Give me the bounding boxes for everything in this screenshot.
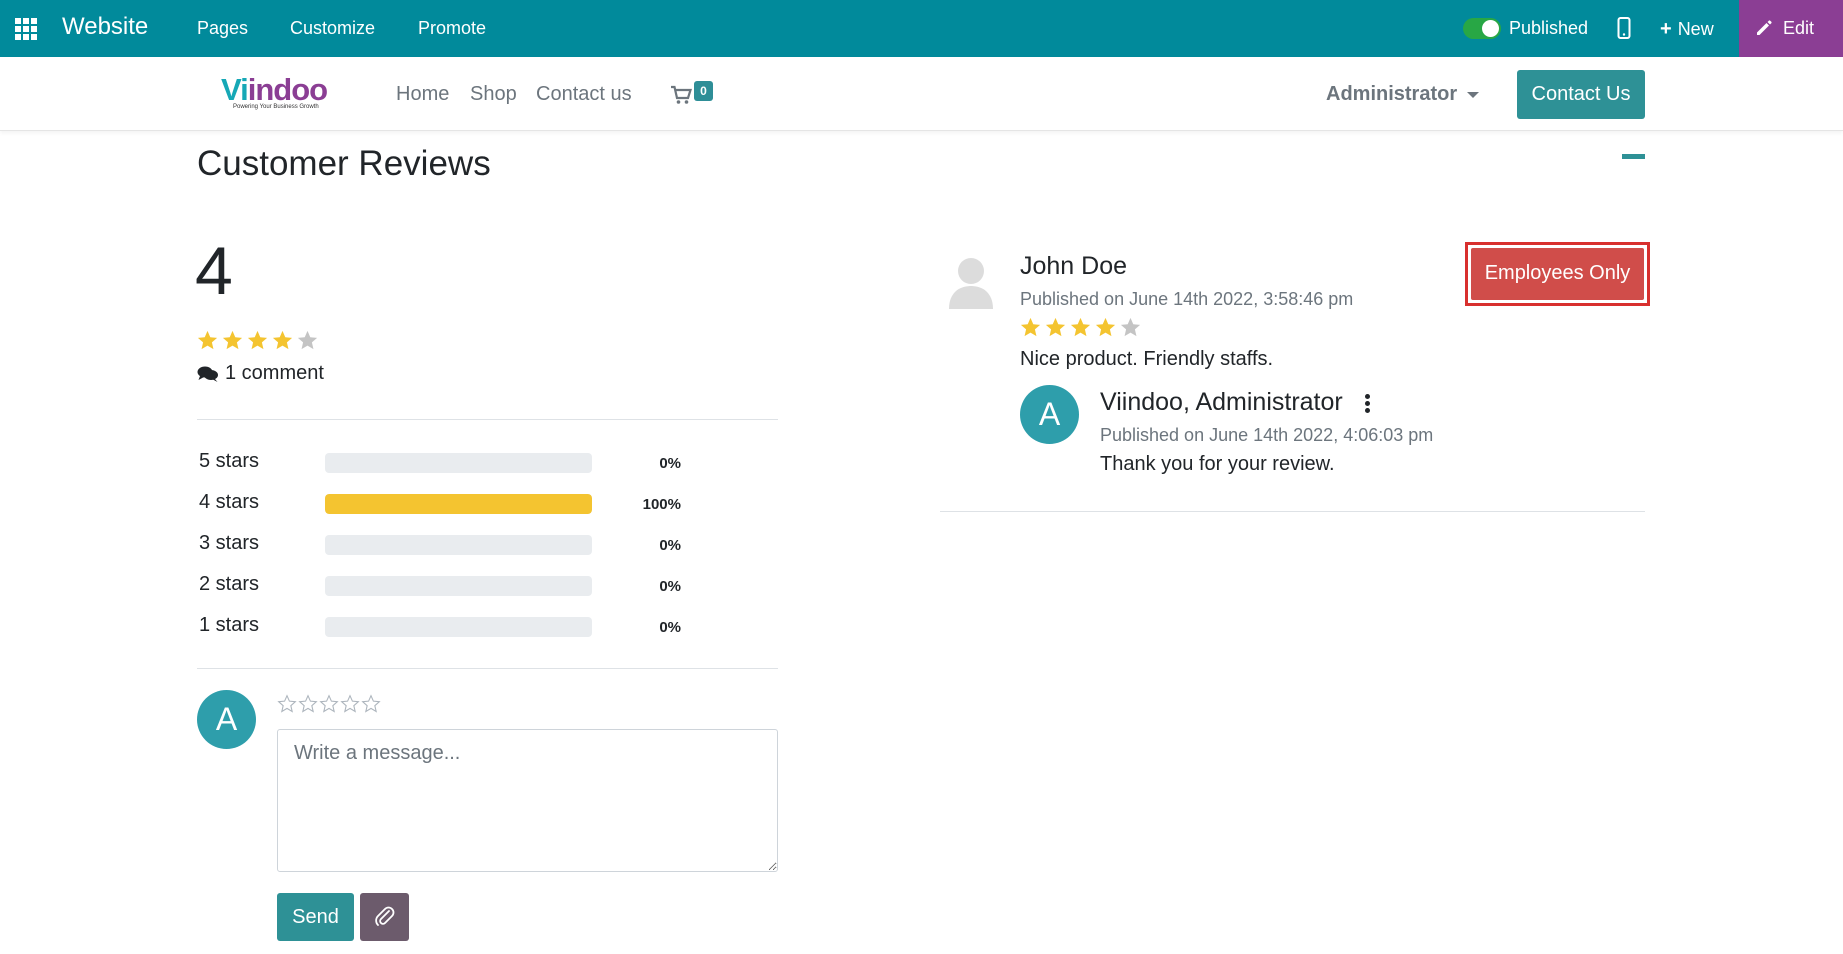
star-filled-icon: [247, 330, 268, 350]
page-title: Customer Reviews: [197, 144, 491, 183]
review-text: Nice product. Friendly staffs.: [1020, 348, 1274, 370]
star-empty-icon: [1120, 317, 1141, 337]
review-stars: [1019, 316, 1142, 339]
new-button[interactable]: + New: [1660, 18, 1714, 41]
employees-only-label: Employees Only: [1471, 248, 1644, 300]
rating-stat-label: 5 stars: [199, 450, 260, 472]
rating-stat-bar: [325, 453, 592, 473]
pencil-icon: [1757, 20, 1772, 35]
rating-stat-bar: [325, 535, 592, 555]
nav-shop[interactable]: Shop: [470, 83, 517, 106]
edit-button[interactable]: Edit: [1739, 0, 1843, 57]
rating-stat-fill: [325, 494, 592, 514]
star-filled-icon: [1070, 317, 1091, 337]
cart-link[interactable]: 0: [670, 81, 720, 111]
more-options-icon[interactable]: [1362, 393, 1372, 415]
contact-us-button[interactable]: Contact Us: [1517, 70, 1645, 119]
star-filled-icon: [1045, 317, 1066, 337]
divider: [197, 668, 778, 669]
menu-customize[interactable]: Customize: [290, 18, 375, 39]
reply-author: Viindoo, Administrator: [1100, 388, 1343, 416]
rating-stat-row: 1 stars 0%: [199, 614, 719, 638]
divider: [940, 511, 1645, 512]
divider: [197, 419, 778, 420]
logo-tagline: Powering Your Business Growth: [233, 104, 319, 110]
app-title[interactable]: Website: [62, 13, 148, 41]
reviewer-avatar-icon: [946, 253, 996, 311]
attach-button[interactable]: [360, 893, 409, 941]
user-menu-label: Administrator: [1326, 83, 1458, 105]
star-outline-icon[interactable]: [277, 694, 297, 714]
published-label: Published: [1509, 18, 1589, 38]
star-outline-icon[interactable]: [361, 694, 381, 714]
mobile-preview-icon[interactable]: [1617, 16, 1631, 40]
toggle-knob: [1482, 20, 1499, 37]
site-header: Viindoo Powering Your Business Growth Ho…: [0, 57, 1843, 131]
rating-stat-percent: 0%: [659, 578, 681, 595]
apps-grid-icon[interactable]: [14, 17, 38, 41]
star-filled-icon: [197, 330, 218, 350]
star-empty-icon: [297, 330, 318, 350]
edit-label: Edit: [1783, 18, 1815, 38]
user-menu[interactable]: Administrator: [1326, 83, 1480, 106]
comment-count: 1 comment: [197, 362, 324, 385]
reviewer-name: John Doe: [1020, 252, 1128, 280]
reply-avatar: A: [1020, 385, 1079, 444]
collapse-toggle-icon[interactable]: [1622, 154, 1645, 159]
comment-count-label: 1 comment: [225, 362, 324, 384]
comments-icon: [197, 366, 218, 382]
star-filled-icon: [272, 330, 293, 350]
reply-date: Published on June 14th 2022, 4:06:03 pm: [1100, 425, 1434, 445]
plus-icon: +: [1660, 18, 1672, 40]
composer-avatar: A: [197, 690, 256, 749]
rating-stat-percent: 0%: [659, 619, 681, 636]
average-rating: 4: [195, 233, 233, 309]
review-date: Published on June 14th 2022, 3:58:46 pm: [1020, 289, 1354, 309]
star-filled-icon: [1095, 317, 1116, 337]
star-filled-icon: [222, 330, 243, 350]
message-input[interactable]: [277, 729, 778, 872]
rating-stat-percent: 0%: [659, 455, 681, 472]
average-stars: [196, 329, 319, 352]
cart-icon: [671, 85, 692, 104]
admin-topbar: Website Pages Customize Promote Publishe…: [0, 0, 1843, 57]
rating-stat-row: 5 stars 0%: [199, 450, 719, 474]
employees-only-button[interactable]: Employees Only: [1465, 242, 1650, 306]
rating-stat-row: 2 stars 0%: [199, 573, 719, 597]
rating-stat-label: 1 stars: [199, 614, 260, 636]
rating-stat-label: 4 stars: [199, 491, 260, 513]
rating-input-stars[interactable]: [277, 694, 381, 714]
menu-pages[interactable]: Pages: [197, 18, 248, 39]
nav-contact-us[interactable]: Contact us: [536, 83, 632, 106]
rating-stat-bar: [325, 617, 592, 637]
reply-text: Thank you for your review.: [1100, 453, 1335, 475]
star-outline-icon[interactable]: [340, 694, 360, 714]
viindoo-logo[interactable]: Viindoo Powering Your Business Growth: [221, 72, 331, 114]
rating-stat-label: 3 stars: [199, 532, 260, 554]
published-toggle[interactable]: [1463, 18, 1501, 39]
rating-stat-bar: [325, 494, 592, 514]
send-button[interactable]: Send: [277, 893, 354, 941]
new-label: New: [1677, 19, 1714, 39]
rating-stat-label: 2 stars: [199, 573, 260, 595]
paperclip-icon: [375, 906, 395, 926]
nav-home[interactable]: Home: [396, 83, 449, 106]
star-filled-icon: [1020, 317, 1041, 337]
star-outline-icon[interactable]: [319, 694, 339, 714]
rating-stat-bar: [325, 576, 592, 596]
rating-stat-percent: 0%: [659, 537, 681, 554]
caret-down-icon: [1467, 91, 1480, 98]
menu-promote[interactable]: Promote: [418, 18, 486, 39]
rating-stat-percent: 100%: [642, 496, 681, 513]
rating-stat-row: 3 stars 0%: [199, 532, 719, 556]
star-outline-icon[interactable]: [298, 694, 318, 714]
cart-count-badge: 0: [694, 81, 713, 101]
logo-wordmark: Viindoo: [221, 72, 328, 107]
rating-stat-row: 4 stars 100%: [199, 491, 719, 515]
